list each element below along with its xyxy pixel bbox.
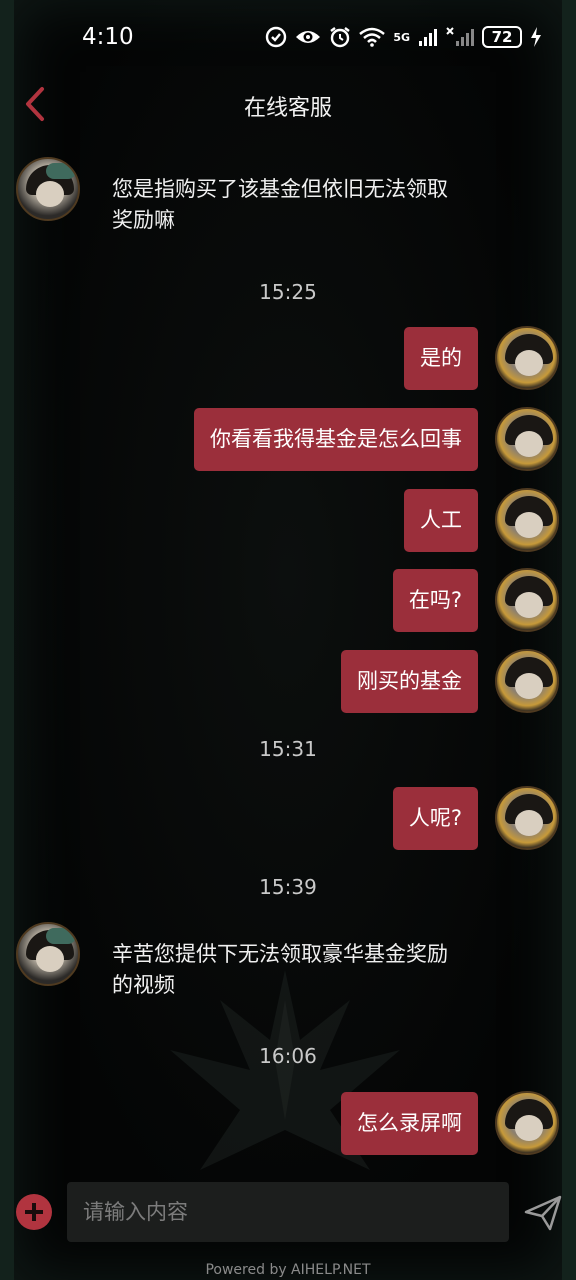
signal-icon	[419, 29, 437, 46]
message-timestamp: 16:06	[259, 1044, 317, 1068]
message-timestamp: 15:25	[259, 280, 317, 304]
user-avatar	[495, 649, 559, 713]
user-message-bubble: 是的	[404, 327, 478, 390]
battery-icon: 72	[482, 26, 522, 48]
user-message-bubble: 人呢?	[392, 787, 478, 850]
charging-icon	[531, 27, 541, 47]
signal-secondary-icon	[446, 27, 474, 46]
powered-by-footer: Powered by AIHELP.NET	[205, 1262, 371, 1278]
send-icon[interactable]	[524, 1194, 562, 1232]
user-message-bubble: 人工	[404, 489, 478, 552]
alarm-icon	[330, 27, 351, 48]
user-avatar	[495, 1091, 559, 1155]
status-time: 4:10	[82, 24, 134, 50]
user-avatar	[495, 407, 559, 471]
user-avatar	[495, 786, 559, 850]
plus-icon[interactable]	[16, 1194, 52, 1230]
data-saver-icon	[266, 26, 287, 48]
user-avatar	[495, 568, 559, 632]
page-title: 在线客服	[243, 96, 332, 121]
agent-message: 您是指购买了该基金但依旧无法领取奖励嘛	[112, 177, 448, 232]
chat-header: 在线客服	[0, 78, 576, 128]
agent-message: 辛苦您提供下无法领取豪华基金奖励的视频	[112, 942, 448, 997]
user-avatar	[495, 488, 559, 552]
support-avatar	[16, 157, 80, 221]
status-icons: 5G 72	[265, 26, 542, 48]
message-timestamp: 15:31	[259, 737, 317, 761]
message-composer	[0, 1178, 576, 1248]
user-message-bubble: 你看看我得基金是怎么回事	[194, 408, 478, 471]
network-type-label: 5G	[393, 30, 410, 44]
message-input[interactable]	[67, 1182, 509, 1242]
user-message-bubble: 刚买的基金	[341, 650, 478, 713]
eye-icon	[296, 31, 321, 43]
support-avatar	[16, 922, 80, 986]
user-avatar	[495, 326, 559, 390]
user-message-bubble: 怎么录屏啊	[341, 1092, 478, 1155]
user-message-bubble: 在吗?	[392, 569, 478, 632]
message-timestamp: 15:39	[259, 875, 317, 899]
wifi-icon	[359, 27, 386, 47]
status-bar: 4:10 5G 72	[0, 0, 576, 78]
